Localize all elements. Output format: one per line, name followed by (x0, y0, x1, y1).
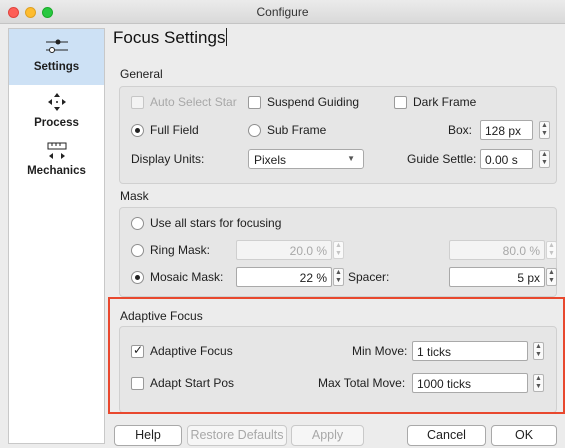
mask-group: Use all stars for focusing Ring Mask: 20… (119, 207, 557, 297)
auto-select-star-checkbox[interactable] (131, 96, 144, 109)
box-size-stepper[interactable]: ▲ ▼ (539, 121, 550, 139)
suspend-guiding-checkbox[interactable] (248, 96, 261, 109)
page-title: Focus Settings (113, 28, 228, 47)
sidebar-item-settings[interactable]: Settings (9, 29, 104, 85)
sidebar-item-label: Mechanics (27, 165, 86, 177)
mosaic-mask-spinbox[interactable]: 22 % (236, 267, 332, 287)
display-units-value: Pixels (254, 153, 287, 167)
sub-frame-label: Sub Frame (267, 123, 327, 137)
full-field-radio[interactable] (131, 124, 144, 137)
adaptive-focus-highlight (108, 297, 565, 414)
sidebar-item-mechanics[interactable]: Mechanics (9, 141, 104, 189)
sidebar: Settings Process Mechanics (8, 28, 105, 444)
dark-frame-label: Dark Frame (413, 95, 477, 109)
ring-outer-value: 80.0 % (502, 244, 540, 258)
ring-outer-stepper[interactable]: ▲ ▼ (546, 241, 557, 259)
sidebar-item-label: Process (34, 117, 79, 129)
apply-button[interactable]: Apply (291, 425, 364, 446)
mask-group-title: Mask (120, 189, 149, 203)
auto-select-star-label: Auto Select Star (150, 95, 237, 109)
display-units-label: Display Units: (131, 152, 205, 166)
suspend-guiding-label: Suspend Guiding (267, 95, 360, 109)
restore-defaults-button[interactable]: Restore Defaults (187, 425, 287, 446)
spacer-spinbox[interactable]: 5 px (449, 267, 545, 287)
window-title: Configure (256, 5, 309, 19)
spacer-stepper[interactable]: ▲ ▼ (546, 268, 557, 286)
general-group-title: General (120, 67, 163, 81)
mosaic-mask-value: 22 % (299, 271, 327, 285)
chevron-down-icon: ▼ (347, 154, 355, 163)
dark-frame-checkbox[interactable] (394, 96, 407, 109)
use-all-stars-radio[interactable] (131, 217, 144, 230)
general-group: Auto Select Star Suspend Guiding Dark Fr… (119, 86, 557, 184)
guide-settle-value: 0.00 s (485, 153, 518, 167)
spacer-value: 5 px (517, 271, 540, 285)
ruler-icon (47, 142, 66, 159)
ring-mask-label: Ring Mask: (150, 243, 211, 257)
title-bar: Configure (0, 0, 565, 24)
ring-inner-stepper[interactable]: ▲ ▼ (333, 241, 344, 259)
ok-button[interactable]: OK (491, 425, 557, 446)
sidebar-item-process[interactable]: Process (9, 91, 104, 139)
ring-inner-spinbox[interactable]: 20.0 % (236, 240, 332, 260)
cancel-button[interactable]: Cancel (407, 425, 486, 446)
move-arrows-icon (47, 93, 66, 111)
sliders-icon (45, 39, 68, 53)
full-field-label: Full Field (150, 123, 199, 137)
box-size-spinbox[interactable]: 128 px (480, 120, 533, 140)
guide-settle-stepper[interactable]: ▲ ▼ (539, 150, 550, 168)
mosaic-mask-stepper[interactable]: ▲ ▼ (333, 268, 344, 286)
help-button[interactable]: Help (114, 425, 182, 446)
use-all-stars-label: Use all stars for focusing (150, 216, 282, 230)
guide-settle-label: Guide Settle: (407, 152, 477, 166)
ring-inner-value: 20.0 % (289, 244, 327, 258)
ring-outer-spinbox[interactable]: 80.0 % (449, 240, 545, 260)
display-units-select[interactable]: Pixels ▼ (248, 149, 364, 169)
box-size-value: 128 px (485, 124, 522, 138)
sidebar-item-label: Settings (33, 61, 80, 73)
spacer-label: Spacer: (348, 270, 390, 284)
mosaic-mask-label: Mosaic Mask: (150, 270, 224, 284)
sub-frame-radio[interactable] (248, 124, 261, 137)
box-label: Box: (448, 123, 473, 137)
mosaic-mask-radio[interactable] (131, 271, 144, 284)
ring-mask-radio[interactable] (131, 244, 144, 257)
guide-settle-spinbox[interactable]: 0.00 s (480, 149, 533, 169)
